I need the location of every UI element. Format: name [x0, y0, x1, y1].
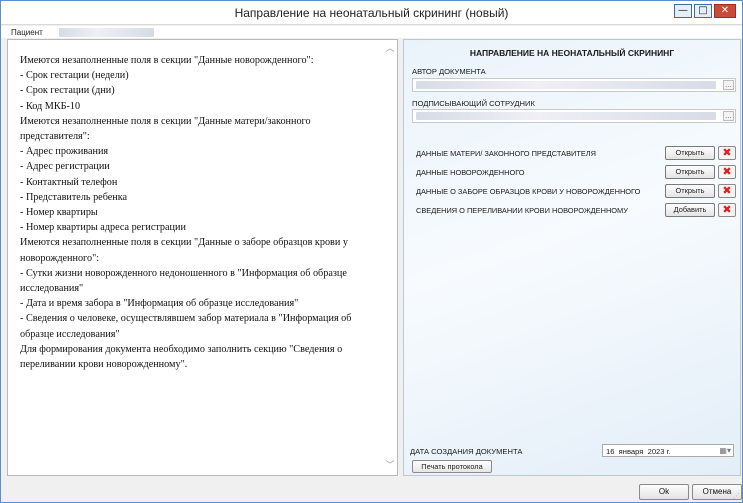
- vertical-scrollbar[interactable]: ︿ ﹀: [383, 40, 397, 475]
- message-line: - Номер квартиры адреса регистрации: [20, 222, 186, 234]
- signer-field[interactable]: ...: [412, 109, 736, 123]
- title-bar[interactable]: Направление на неонатальный скрининг (но…: [1, 1, 742, 25]
- form-title: НАПРАВЛЕНИЕ НА НЕОНАТАЛЬНЫЙ СКРИНИНГ: [469, 48, 675, 58]
- patient-bar: Пациент: [1, 26, 742, 38]
- section-blood-sampling: ДАННЫЕ О ЗАБОРЕ ОБРАЗЦОВ КРОВИ У НОВОРОЖ…: [412, 184, 738, 199]
- message-line: - Код МКБ-10: [20, 100, 81, 112]
- message-line: Имеются незаполненные поля в секции "Дан…: [20, 55, 314, 66]
- resize-grip-icon[interactable]: ⋰: [733, 492, 740, 500]
- author-field[interactable]: ...: [412, 78, 736, 92]
- open-blood-sampling-button[interactable]: Открыть: [665, 184, 715, 198]
- message-line: Для формирования документа необходимо за…: [20, 343, 343, 371]
- message-line: - Срок гестации (недели): [20, 70, 129, 82]
- add-transfusion-button[interactable]: Добавить: [665, 203, 715, 217]
- print-protocol-button[interactable]: Печать протокола: [412, 460, 492, 473]
- minimize-button[interactable]: —: [674, 4, 692, 18]
- scroll-up-icon[interactable]: ︿: [383, 42, 397, 56]
- patient-name-redacted: [59, 28, 154, 37]
- delete-icon[interactable]: ✖: [718, 184, 736, 198]
- validation-messages-panel: Имеются незаполненные поля в секции "Дан…: [7, 39, 398, 476]
- section-mother: ДАННЫЕ МАТЕРИ/ ЗАКОННОГО ПРЕДСТАВИТЕЛЯ О…: [412, 146, 738, 161]
- message-line: - Адрес проживания: [20, 146, 109, 158]
- delete-icon[interactable]: ✖: [718, 165, 736, 179]
- section-label: ДАННЫЕ МАТЕРИ/ ЗАКОННОГО ПРЕДСТАВИТЕЛЯ: [416, 149, 596, 158]
- delete-icon[interactable]: ✖: [718, 146, 736, 160]
- delete-icon[interactable]: ✖: [718, 203, 736, 217]
- message-line: - Дата и время забора в "Информация об о…: [20, 298, 299, 310]
- signer-value-redacted: [416, 112, 716, 120]
- creation-date-value: 16 января 2023 г.: [606, 447, 671, 456]
- author-label: АВТОР ДОКУМЕНТА: [412, 67, 486, 76]
- author-ellipsis-button[interactable]: ...: [723, 80, 734, 90]
- validation-messages: Имеются незаполненные поля в секции "Дан…: [20, 53, 378, 372]
- close-button[interactable]: ✕: [714, 4, 736, 18]
- section-transfusion: СВЕДЕНИЯ О ПЕРЕЛИВАНИИ КРОВИ НОВОРОЖДЕНН…: [412, 203, 738, 218]
- signer-label: ПОДПИСЫВАЮЩИЙ СОТРУДНИК: [412, 99, 535, 108]
- message-line: - Адрес регистрации: [20, 161, 110, 173]
- dialog-window: Направление на неонатальный скрининг (но…: [0, 0, 743, 503]
- section-label: СВЕДЕНИЯ О ПЕРЕЛИВАНИИ КРОВИ НОВОРОЖДЕНН…: [416, 206, 628, 215]
- open-mother-button[interactable]: Открыть: [665, 146, 715, 160]
- message-line: - Срок гестации (дни): [20, 85, 115, 97]
- section-label: ДАННЫЕ НОВОРОЖДЕННОГО: [416, 168, 525, 177]
- message-line: - Номер квартиры: [20, 207, 98, 219]
- scroll-down-icon[interactable]: ﹀: [383, 459, 397, 473]
- message-line: - Представитель ребенка: [20, 191, 128, 203]
- creation-date-label: ДАТА СОЗДАНИЯ ДОКУМЕНТА: [410, 447, 523, 456]
- window-controls: — □ ✕: [674, 4, 736, 18]
- section-newborn: ДАННЫЕ НОВОРОЖДЕННОГО Открыть ✖: [412, 165, 738, 180]
- message-line: - Сутки жизни новорожденного недоношенно…: [20, 267, 347, 295]
- message-line: - Сведения о человеке, осуществлявшем за…: [20, 313, 352, 340]
- message-line: Имеются незаполненные поля в секции "Дан…: [20, 237, 348, 264]
- signer-ellipsis-button[interactable]: ...: [723, 111, 734, 121]
- message-line: Имеются незаполненные поля в секции "Дан…: [20, 115, 311, 143]
- patient-label: Пациент: [11, 28, 43, 37]
- message-line: - Контактный телефон: [20, 176, 118, 188]
- calendar-dropdown-icon[interactable]: ▦▾: [719, 446, 731, 455]
- author-value-redacted: [416, 81, 716, 89]
- creation-date-picker[interactable]: 16 января 2023 г. ▦▾: [602, 444, 734, 457]
- maximize-button[interactable]: □: [694, 4, 712, 18]
- open-newborn-button[interactable]: Открыть: [665, 165, 715, 179]
- ok-button[interactable]: Ok: [639, 484, 689, 500]
- section-label: ДАННЫЕ О ЗАБОРЕ ОБРАЗЦОВ КРОВИ У НОВОРОЖ…: [416, 187, 641, 196]
- referral-form-panel: НАПРАВЛЕНИЕ НА НЕОНАТАЛЬНЫЙ СКРИНИНГ АВТ…: [403, 39, 741, 476]
- window-title: Направление на неонатальный скрининг (но…: [234, 6, 509, 20]
